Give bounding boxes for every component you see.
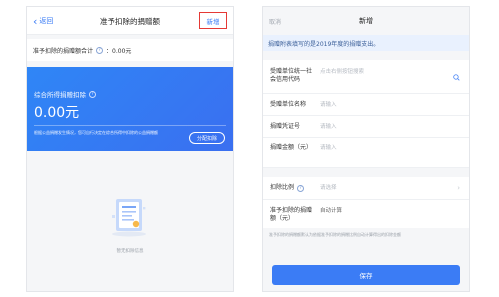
nav-bar: ‹ 返回 准予扣除的捐赠额 新增 bbox=[27, 7, 233, 35]
nav-bar: 取消 新增 bbox=[263, 7, 469, 35]
hint-banner: 捐赠附表填写的是2019年度的捐赠支出。 bbox=[263, 35, 469, 51]
unit-code-label: 受赠单位统一社会信用代码 bbox=[270, 68, 313, 83]
document-icon bbox=[112, 199, 146, 237]
total-row: 准予扣除的捐赠额合计 ? ： 0.00元 bbox=[27, 39, 233, 61]
card-label-text: 综合所得捐赠扣除 bbox=[34, 91, 86, 99]
card-label: 综合所得捐赠扣除 ? bbox=[34, 89, 99, 99]
empty-text: 暂无扣除信息 bbox=[116, 249, 144, 254]
amount-field[interactable]: 请输入 bbox=[316, 144, 462, 152]
add-button[interactable]: 新增 bbox=[199, 12, 227, 29]
card-note: 根据公益捐赠发生情况，您可自行决定在综合所得中扣除的公益捐赠额 bbox=[34, 130, 158, 135]
unit-code-field[interactable]: 点击右侧按钮搜索 bbox=[316, 68, 462, 76]
foot-note: 准予扣除的捐赠额默认为依据准予扣除的捐赠比例自动计算得出的扣除金额 bbox=[269, 232, 401, 237]
ratio-row[interactable]: 扣除比例 ? 请选择 › bbox=[263, 177, 469, 200]
help-icon[interactable]: ? bbox=[96, 46, 104, 54]
amount-label: 捐赠金额（元） bbox=[270, 144, 313, 151]
unit-name-field[interactable]: 请输入 bbox=[316, 101, 462, 109]
total-label: 准予扣除的捐赠额合计 bbox=[33, 47, 94, 55]
help-icon[interactable]: ? bbox=[89, 90, 96, 98]
donation-list-screen: ‹ 返回 准予扣除的捐赠额 新增 准予扣除的捐赠额合计 ? ： 0.00元 综合… bbox=[26, 6, 234, 292]
help-icon[interactable]: ? bbox=[297, 184, 305, 192]
ratio-label-text: 扣除比例 bbox=[270, 184, 295, 191]
deduction-form: 扣除比例 ? 请选择 › 准予扣除的捐赠额（元） 自动计算 bbox=[263, 177, 469, 228]
donation-form: 受赠单位统一社会信用代码 点击右侧按钮搜索 受赠单位名称 请输入 捐赠凭证号 请… bbox=[263, 60, 469, 168]
unit-name-label: 受赠单位名称 bbox=[270, 101, 307, 108]
ratio-label: 扣除比例 ? bbox=[270, 184, 316, 192]
voucher-field[interactable]: 请输入 bbox=[316, 123, 462, 131]
save-button[interactable]: 保存 bbox=[272, 265, 460, 285]
add-donation-screen: 取消 新增 捐赠附表填写的是2019年度的捐赠支出。 受赠单位统一社会信用代码 … bbox=[262, 6, 470, 292]
distribute-button[interactable]: 分配扣除 bbox=[189, 132, 225, 144]
deductible-row: 准予扣除的捐赠额（元） 自动计算 bbox=[263, 200, 469, 228]
empty-state: 暂无扣除信息 bbox=[27, 157, 233, 291]
unit-name-row[interactable]: 受赠单位名称 请输入 bbox=[263, 94, 469, 116]
amount-row[interactable]: 捐赠金额（元） 请输入 bbox=[263, 138, 469, 168]
page-title: 新增 bbox=[359, 17, 373, 25]
unit-code-row[interactable]: 受赠单位统一社会信用代码 点击右侧按钮搜索 bbox=[263, 60, 469, 94]
chevron-right-icon: › bbox=[457, 184, 460, 192]
total-value: 0.00元 bbox=[112, 47, 132, 55]
search-icon[interactable] bbox=[453, 74, 460, 81]
voucher-label: 捐赠凭证号 bbox=[270, 123, 301, 130]
card-amount: 0.00元 bbox=[34, 105, 80, 121]
voucher-row[interactable]: 捐赠凭证号 请输入 bbox=[263, 116, 469, 138]
deductible-value: 自动计算 bbox=[320, 208, 343, 214]
ratio-select[interactable]: 请选择 bbox=[316, 184, 462, 192]
deductible-label: 准予扣除的捐赠额（元） bbox=[270, 207, 313, 222]
summary-card: 综合所得捐赠扣除 ? 0.00元 根据公益捐赠发生情况，您可自行决定在综合所得中… bbox=[27, 67, 233, 151]
card-divider bbox=[34, 125, 226, 126]
